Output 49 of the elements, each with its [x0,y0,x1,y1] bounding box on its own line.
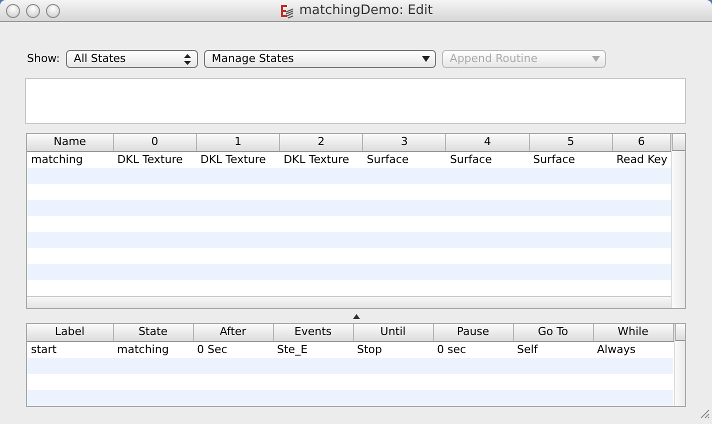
column-header[interactable]: Name [27,134,114,151]
vertical-scrollbar[interactable] [674,324,685,406]
table-cell: DKL Texture [113,151,196,168]
table-cell: Surface [529,151,612,168]
caret-icon [422,56,430,62]
stepper-popup[interactable]: All States [66,50,198,68]
horizontal-scrollbar[interactable] [27,296,671,308]
close-button[interactable] [6,4,20,18]
table-cell: start [27,341,113,358]
minimize-button[interactable] [26,4,40,18]
table-cell: Read Key [612,151,670,168]
column-header[interactable]: Label [27,324,113,341]
column-header[interactable]: 6 [612,134,670,151]
caret-icon [592,56,600,62]
column-header[interactable]: 5 [529,134,612,151]
column-header[interactable]: After [193,324,273,341]
table-cell: matching [113,341,193,358]
stepper-arrows-icon [184,54,192,64]
dropdown[interactable]: Manage States [204,50,436,68]
table-cell: 0 Sec [193,341,273,358]
column-header[interactable]: Go To [513,324,593,341]
show-label: Show: [27,50,60,67]
vertical-scrollbar[interactable] [671,134,685,308]
table-cell: DKL Texture [280,151,363,168]
column-header[interactable]: Events [273,324,353,341]
table-cell: Stop [353,341,433,358]
document-icon [279,2,296,18]
table-cell: 0 sec [433,341,513,358]
table-cell: Self [513,341,593,358]
column-header[interactable]: Pause [433,324,513,341]
table-cell: Surface [446,151,530,168]
table-cell: Surface [362,151,446,168]
column-header[interactable]: State [113,324,193,341]
column-header[interactable]: 1 [196,134,280,151]
text-area[interactable] [25,78,686,124]
column-header[interactable]: 3 [362,134,446,151]
resize-grip-icon[interactable] [698,407,710,420]
table-cell: DKL Texture [196,151,280,168]
column-header[interactable]: 2 [280,134,363,151]
table-cell: matching [27,151,114,168]
splitter-handle-icon[interactable] [352,314,360,319]
column-header[interactable]: 4 [446,134,530,151]
column-header[interactable]: 0 [113,134,196,151]
table-cell: Ste_E [273,341,353,358]
zoom-button[interactable] [46,4,60,18]
window-title: matchingDemo: Edit [299,2,433,20]
column-header[interactable]: While [593,324,673,341]
column-header[interactable]: Until [353,324,433,341]
table-cell: Always [593,341,673,358]
